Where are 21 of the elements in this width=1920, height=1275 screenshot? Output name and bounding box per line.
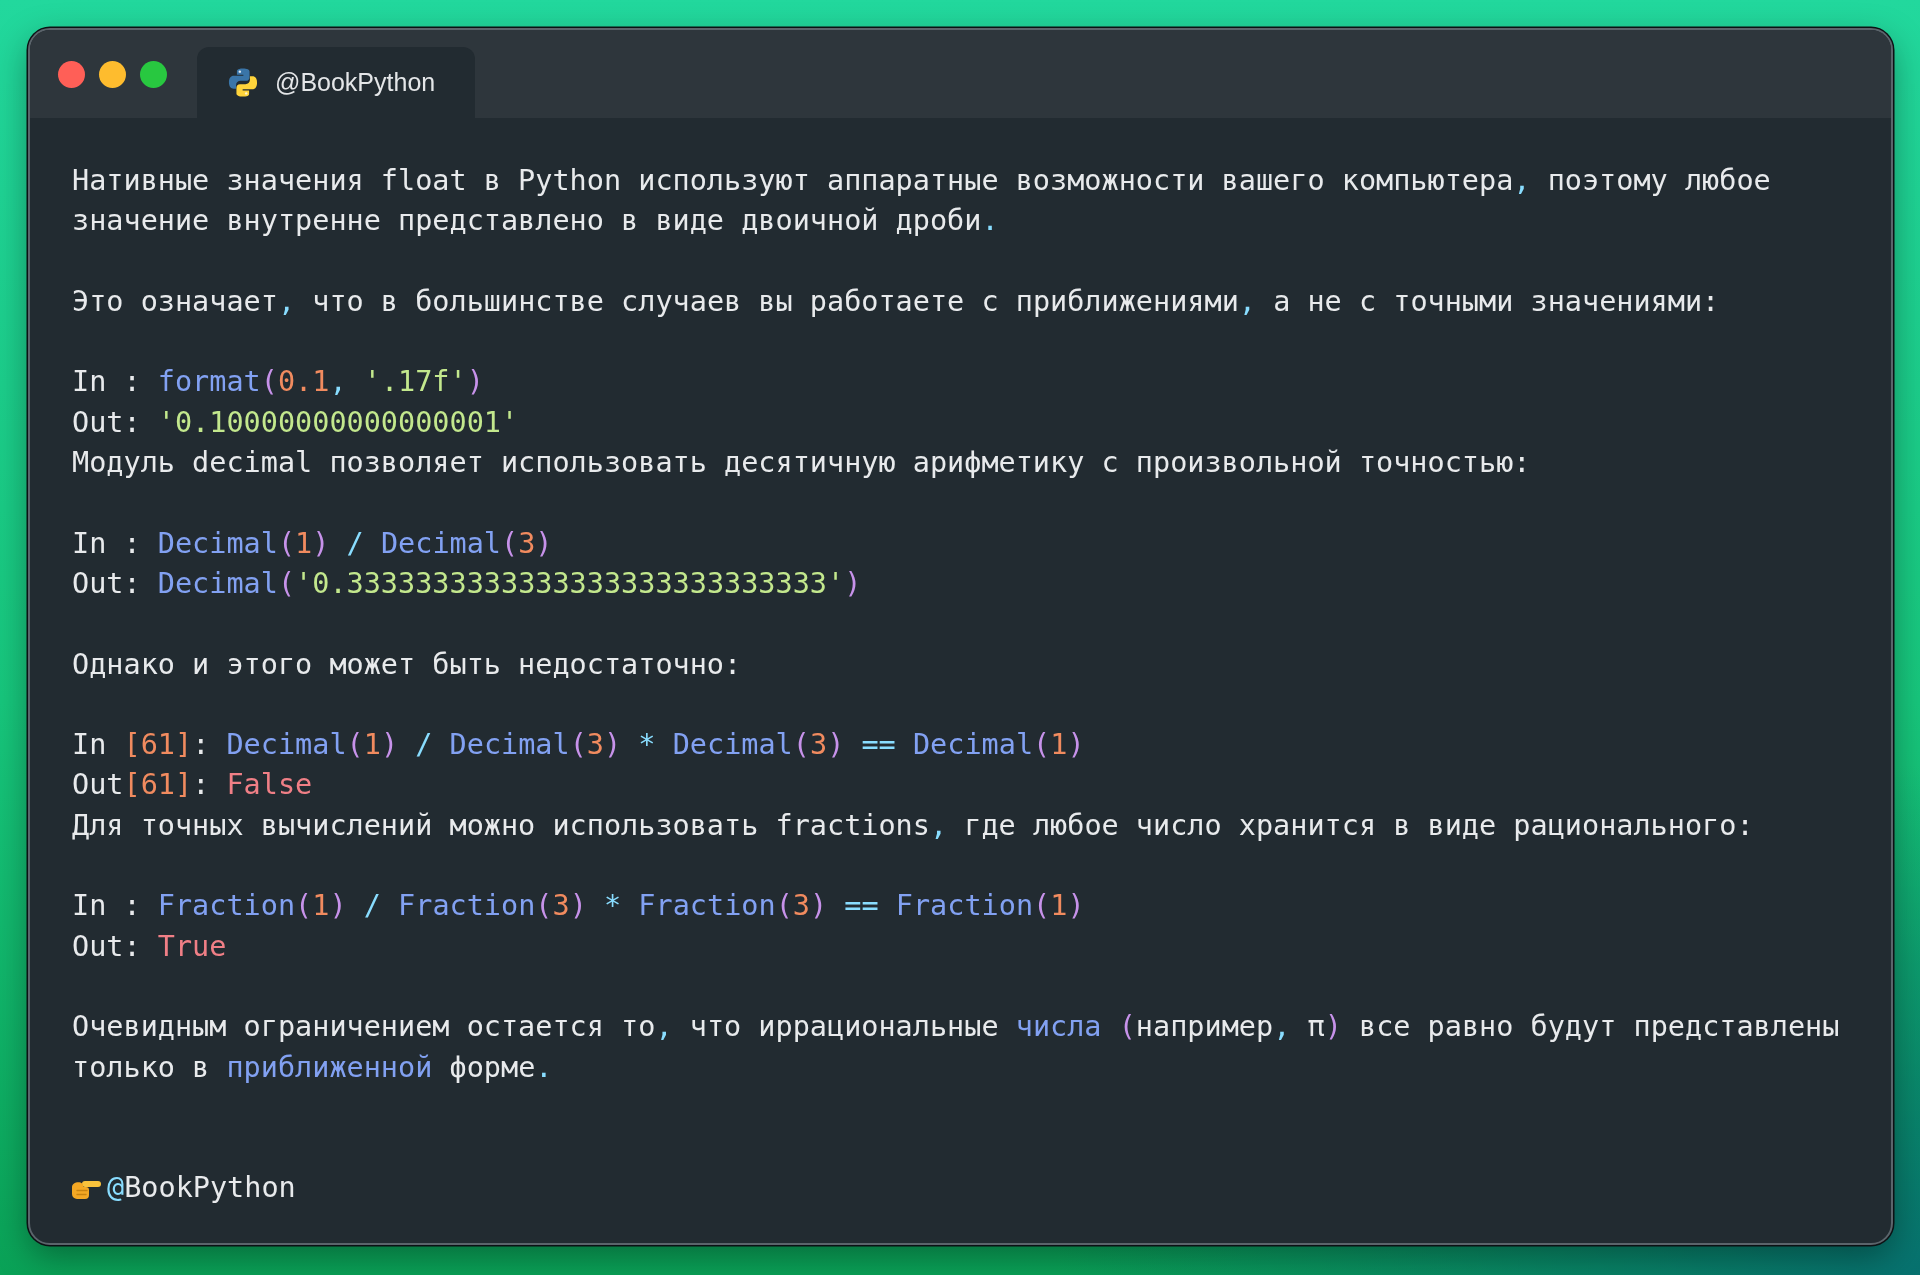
pointing-hand-icon [72,1178,101,1199]
paragraph: Очевидным ограничением остается то, что иррациональные числа (например, π) все равно будут представлены только в приближенной форме. [72,1009,1841,1086]
input-code-line: In : format(0.1, '.17f') [72,364,484,401]
output-code-line: Out: True [72,928,227,965]
output-code-line: Out: '0.10000000000000001' [72,404,519,441]
input-code-line: In : Fraction(1) / Fraction(3) * Fraction(3) == Fraction(1) [72,888,1085,925]
close-button[interactable] [58,60,85,88]
minimize-button[interactable] [99,60,126,88]
tab[interactable]: @BookPython [197,47,476,118]
logo-icon [228,67,258,98]
input-code-line: In [61]: Decimal(1) / Decimal(3) * Decimal(3) == Decimal(1) [72,727,1085,764]
output-code-line: Out[61]: False [72,767,313,804]
paragraph: Нативные значения float в Python используют аппаратные возможности вашего компьютера, поэтому любое значение внутренне представлено в виде двоичной дроби. [72,163,1772,240]
input-code-line: In : Decimal(1) / Decimal(3) [72,525,553,562]
paragraph: Для точных вычислений можно использовать fractions, где любое число хранится в виде рационального: [72,807,1754,844]
signature: @BookPython [107,1170,296,1207]
maximize-button[interactable] [140,60,167,88]
paragraph: Модуль decimal позволяет использовать десятичную арифметику с произвольной точностью: [72,445,1531,482]
output-code-line: Out: Decimal('0.3333333333333333333333333333') [72,565,862,602]
paragraph: Это означает, что в большинстве случаев вы работаете с приближениями, а не с точными значениями: [72,283,1720,320]
paragraph: Однако и этого может быть недостаточно: [72,646,742,683]
